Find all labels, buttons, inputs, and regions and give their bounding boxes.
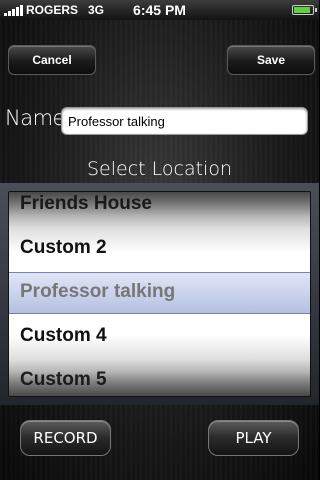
save-button[interactable]: Save	[227, 45, 315, 75]
picker-option[interactable]: Custom 5	[9, 358, 310, 396]
picker-option[interactable]: Custom 2	[9, 226, 310, 270]
name-input[interactable]	[61, 107, 308, 135]
select-location-title: Select Location	[86, 158, 232, 180]
cancel-button[interactable]: Cancel	[8, 45, 96, 75]
status-time: 6:45 PM	[133, 2, 186, 18]
battery-icon	[292, 5, 317, 15]
main-view: Cancel Save Name: Select Location Friend…	[0, 20, 319, 480]
picker-wheel[interactable]: Friends House Custom 2 Professor talking…	[8, 191, 311, 397]
picker-option[interactable]: Friends House	[9, 192, 310, 226]
picker-option[interactable]: Custom 4	[9, 314, 310, 358]
picker-option-selected[interactable]: Professor talking	[9, 270, 310, 314]
location-picker[interactable]: Friends House Custom 2 Professor talking…	[0, 183, 319, 405]
status-bar: ROGERS 3G 6:45 PM	[0, 0, 319, 20]
record-button[interactable]: RECORD	[20, 420, 111, 456]
play-button[interactable]: PLAY	[208, 420, 299, 456]
